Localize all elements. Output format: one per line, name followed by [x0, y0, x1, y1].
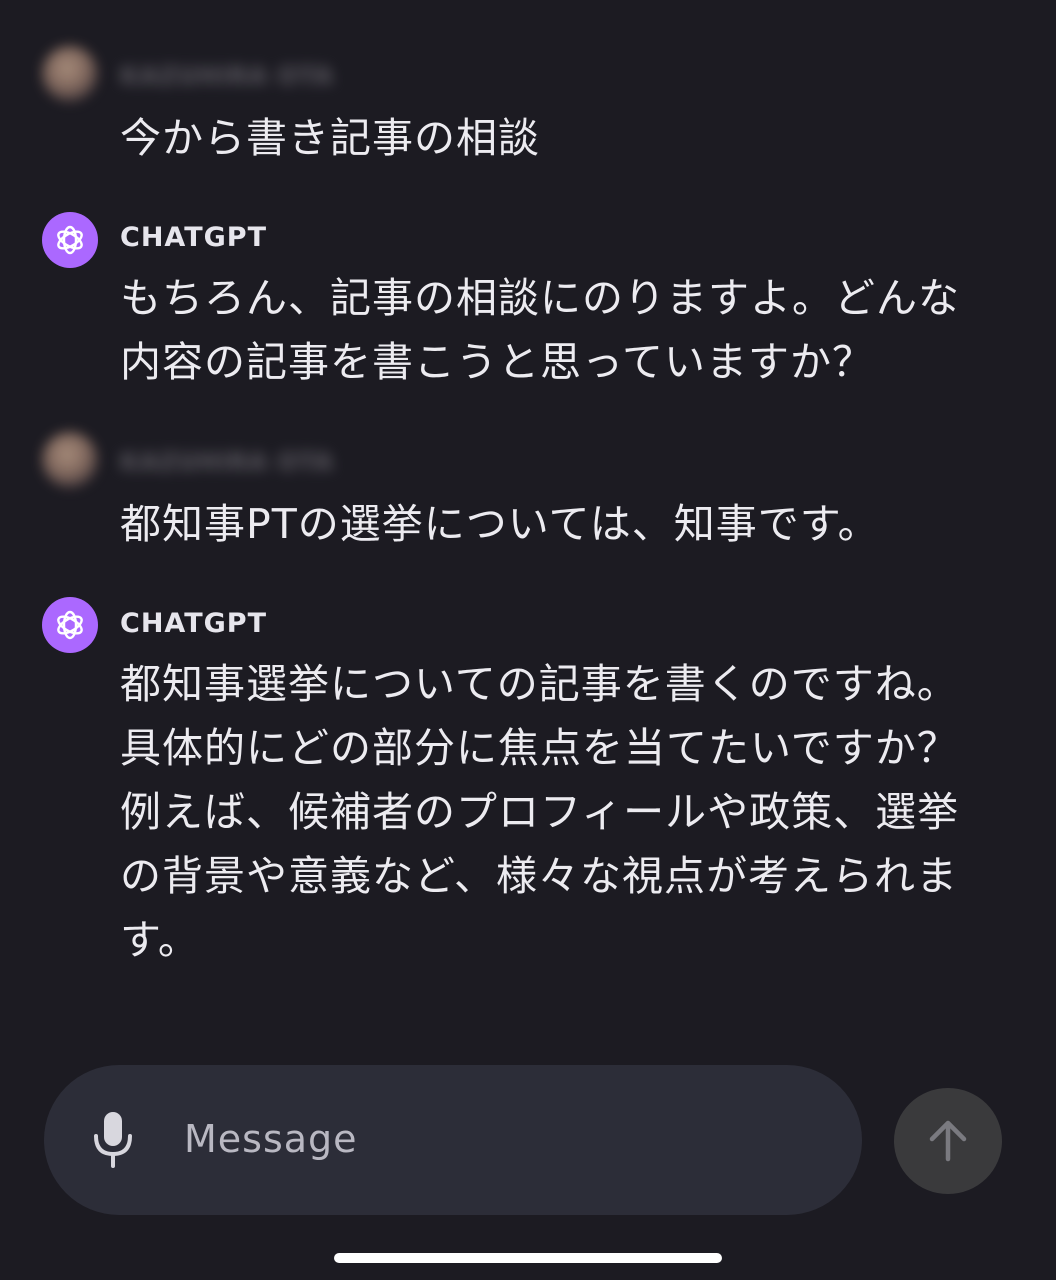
- arrow-up-icon: [929, 1120, 967, 1162]
- message-text: もちろん、記事の相談にのりますよ。どんな 内容の記事を書こうと思っていますか？: [120, 274, 960, 386]
- user-avatar: [42, 432, 98, 488]
- sender-name: KAZUHIRA OTA: [120, 62, 334, 90]
- message-text: 今から書き記事の相談: [120, 114, 540, 162]
- openai-logo-icon: [42, 597, 98, 653]
- user-avatar: [42, 46, 98, 102]
- message-text: 都知事PTの選挙については、知事です。: [120, 500, 880, 548]
- sender-name: KAZUHIRA OTA: [120, 448, 334, 476]
- openai-logo-icon: [42, 212, 98, 268]
- sender-name: CHATGPT: [120, 608, 267, 639]
- sender-name: CHATGPT: [120, 222, 267, 253]
- message-input[interactable]: [44, 1065, 862, 1215]
- home-indicator: [334, 1253, 722, 1263]
- message-placeholder[interactable]: Message: [184, 1117, 358, 1161]
- microphone-icon[interactable]: [90, 1110, 136, 1170]
- message-text: 都知事選挙についての記事を書くのですね。 具体的にどの部分に焦点を当てたいですか…: [120, 660, 960, 964]
- send-button[interactable]: [894, 1088, 1002, 1194]
